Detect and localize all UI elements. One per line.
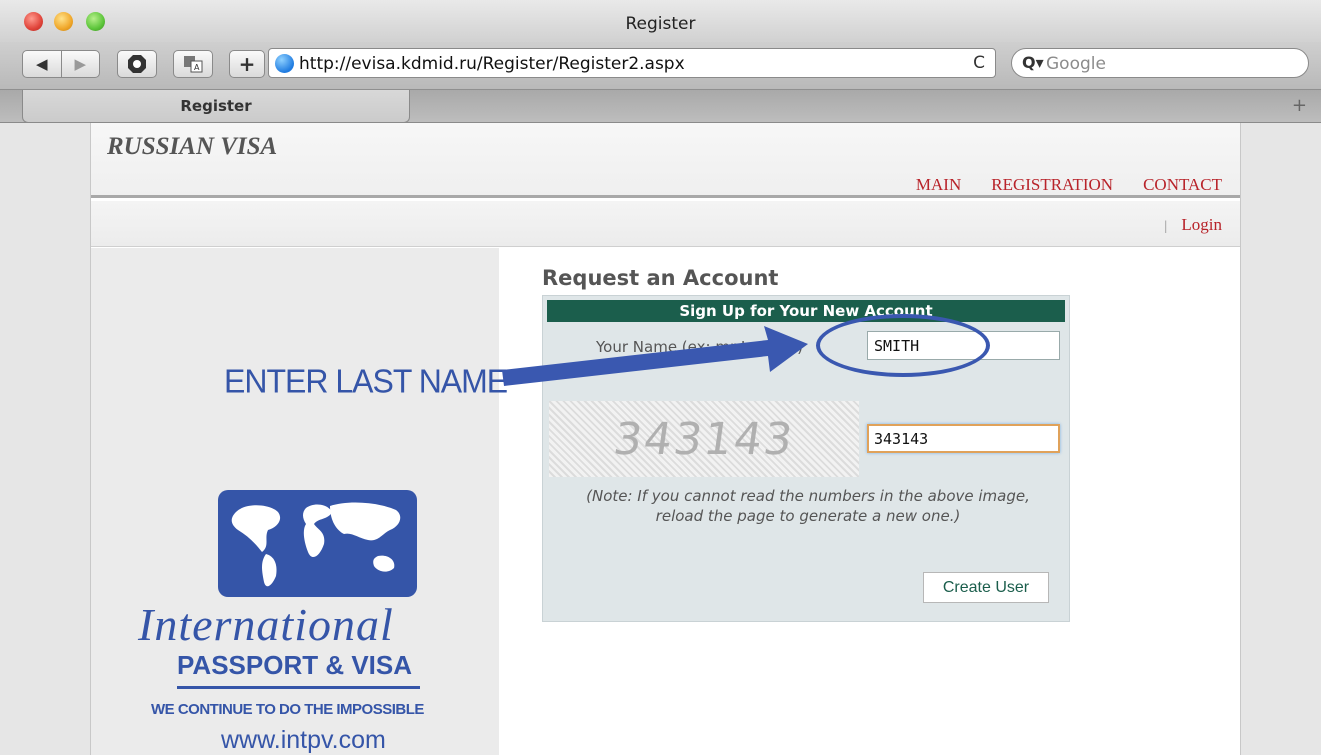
translate-button[interactable]: A: [173, 50, 213, 78]
nav-main[interactable]: MAIN: [916, 175, 961, 195]
new-tab-button[interactable]: +: [1292, 95, 1307, 116]
annotation-label: ENTER LAST NAME: [224, 362, 508, 400]
captcha-image: 343143: [549, 401, 859, 477]
page-viewport: RUSSIAN VISA MAIN REGISTRATION CONTACT |…: [0, 123, 1321, 755]
captcha-text: 343143: [610, 413, 798, 465]
window-titlebar: Register: [0, 0, 1321, 46]
tab-register[interactable]: Register: [22, 90, 410, 123]
back-button[interactable]: ◀: [23, 55, 61, 73]
world-map-logo: [218, 490, 417, 597]
stop-button[interactable]: [117, 50, 157, 78]
separator: |: [1164, 219, 1168, 234]
reload-button[interactable]: C: [973, 53, 985, 73]
octagon-icon: [128, 55, 146, 73]
logo-url[interactable]: www.intpv.com: [221, 726, 386, 755]
annotation-arrow-icon: [502, 326, 808, 386]
logo-divider: [177, 686, 420, 689]
search-placeholder: Google: [1046, 54, 1106, 74]
logo-passport-visa: PASSPORT & VISA: [177, 650, 413, 680]
translate-icon: A: [184, 56, 203, 73]
site-subheader: | Login: [91, 201, 1240, 247]
window-title: Register: [625, 14, 696, 34]
back-forward-group: ◀ ▶: [22, 50, 100, 78]
search-field[interactable]: Q▾ Google: [1011, 48, 1309, 78]
login-area: | Login: [1164, 215, 1222, 235]
site-container: RUSSIAN VISA MAIN REGISTRATION CONTACT |…: [90, 123, 1241, 755]
url-text: http://evisa.kdmid.ru/Register/Register2…: [299, 54, 685, 74]
logo-tagline: WE CONTINUE TO DO THE IMPOSSIBLE: [151, 701, 424, 718]
site-brand: RUSSIAN VISA: [107, 133, 278, 160]
site-header: RUSSIAN VISA MAIN REGISTRATION CONTACT: [91, 123, 1240, 198]
sidebar-logo-panel: International PASSPORT & VISA WE CONTINU…: [91, 248, 499, 755]
forward-button[interactable]: ▶: [62, 55, 100, 73]
globe-icon: [275, 54, 294, 73]
add-bookmark-button[interactable]: +: [229, 50, 265, 78]
nav-contact[interactable]: CONTACT: [1143, 175, 1222, 195]
tab-bar: Register +: [0, 90, 1321, 123]
nav-registration[interactable]: REGISTRATION: [991, 175, 1113, 195]
search-icon: Q▾: [1022, 53, 1044, 72]
page-title: Request an Account: [542, 266, 779, 290]
address-bar[interactable]: http://evisa.kdmid.ru/Register/Register2…: [268, 48, 996, 78]
logo-international: International: [138, 599, 394, 650]
login-link[interactable]: Login: [1181, 215, 1222, 234]
main-nav: MAIN REGISTRATION CONTACT: [916, 175, 1222, 195]
captcha-note: (Note: If you cannot read the numbers in…: [586, 487, 1030, 525]
svg-text:A: A: [194, 63, 200, 72]
world-map-icon: [231, 502, 401, 587]
highlight-ellipse: [816, 314, 990, 377]
form-header: Sign Up for Your New Account: [547, 300, 1065, 322]
captcha-input[interactable]: [867, 424, 1060, 453]
create-user-button[interactable]: Create User: [923, 572, 1049, 603]
